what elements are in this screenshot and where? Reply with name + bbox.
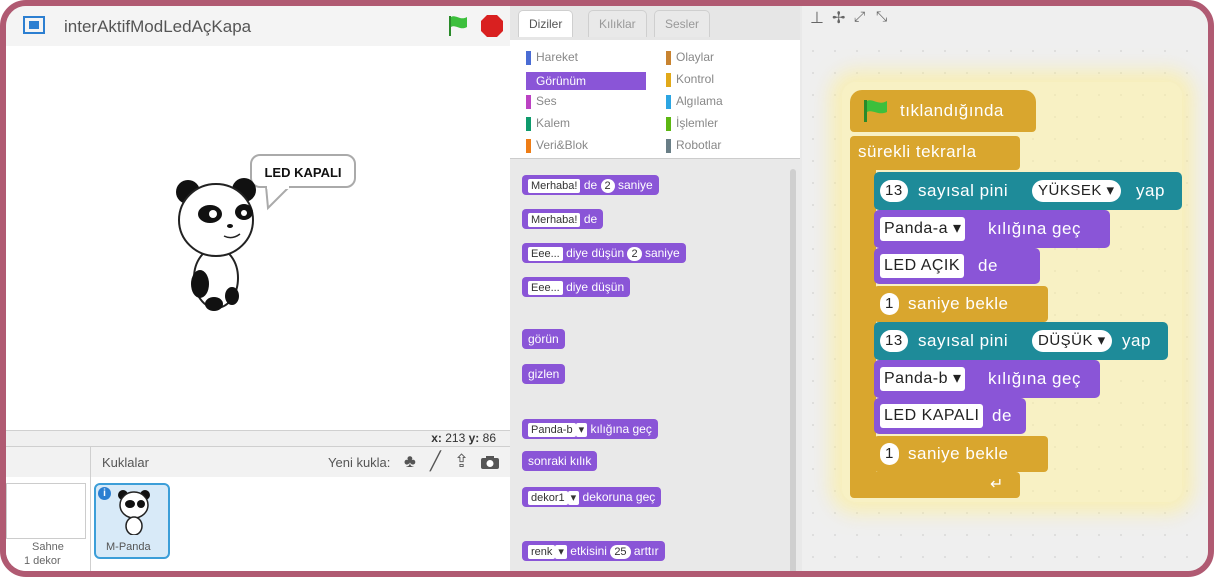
say-led-off-block[interactable]: LED KAPALI de (874, 398, 1026, 434)
when-flag-clicked-block[interactable]: tıklandığında (850, 90, 1036, 132)
forever-block[interactable]: sürekli tekrarla (850, 136, 1020, 170)
tab-sounds[interactable]: Sesler (654, 10, 711, 37)
sprites-area: Sahne 1 dekor i M-Panda (6, 477, 510, 571)
sprites-title: Kuklalar (102, 455, 149, 470)
shrink-icon[interactable]: ⤡ (876, 8, 887, 25)
sprites-header: Kuklalar Yeni kukla: ♣ ╱ ⇪ (6, 446, 510, 478)
block-think[interactable]: Eee... diye düşün (522, 277, 631, 297)
block-think-for-secs[interactable]: Eee... diye düşün 2 saniye (522, 243, 686, 263)
pin-value-dropdown[interactable]: DÜŞÜK ▾ (1032, 330, 1112, 352)
category-looks[interactable]: Görünüm (526, 72, 646, 90)
block-say[interactable]: Merhaba! de (522, 209, 604, 229)
app-window: interAktifModLedAçKapa LED KAPALI x: 213… (0, 0, 1214, 577)
new-sprite-label: Yeni kukla: (328, 455, 391, 470)
category-list: Hareket Görünüm Ses Kalem Veri&Blok Olay… (510, 40, 800, 158)
coords-bar: x: 213 y: 86 (6, 430, 510, 447)
panda-sprite[interactable] (166, 166, 266, 316)
say-input[interactable]: LED AÇIK (880, 254, 965, 278)
fullscreen-icon[interactable] (22, 15, 46, 35)
paint-sprite-icon[interactable]: ╱ (430, 451, 441, 472)
duplicate-icon[interactable]: ⊥ (810, 8, 824, 28)
block-next-costume[interactable]: sonraki kılık (522, 451, 598, 471)
tab-scripts[interactable]: Diziler (518, 10, 574, 37)
speech-bubble-tail (265, 186, 291, 211)
camera-icon[interactable] (480, 455, 500, 470)
sprite-thumb[interactable]: i M-Panda (94, 483, 170, 559)
sprite-name: M-Panda (106, 541, 151, 553)
block-palette: Merhaba! de 2 saniye Merhaba! de Eee... … (510, 158, 800, 571)
stage-thumb[interactable]: Sahne 1 dekor (6, 477, 91, 571)
stop-icon[interactable] (480, 14, 504, 38)
forever-arm (850, 166, 876, 478)
forever-end: ↵ (850, 472, 1020, 498)
upload-sprite-icon[interactable]: ⇪ (454, 451, 469, 472)
digital-write-high-block[interactable]: 13 sayısal pini YÜKSEK ▾ yap (874, 172, 1182, 210)
stage-canvas[interactable]: LED KAPALI (6, 46, 510, 430)
palette-tabs: Diziler Kılıklar Sesler (510, 6, 800, 40)
stage-backdrop-count: 1 dekor (24, 555, 61, 567)
costume-dropdown[interactable]: Panda-a ▾ (880, 217, 966, 241)
mouse-coords: x: 213 y: 86 (431, 431, 496, 445)
block-switch-backdrop[interactable]: dekor1 ▾ dekoruna geç (522, 487, 662, 507)
say-led-on-block[interactable]: LED AÇIK de (874, 248, 1040, 284)
pin-value-dropdown[interactable]: YÜKSEK ▾ (1032, 180, 1121, 202)
block-show[interactable]: görün (522, 329, 565, 349)
palette-scrollbar[interactable] (790, 169, 796, 571)
script-toolbar: ⊥ ✢ ⤢ ⤡ (802, 6, 1208, 40)
green-flag-icon[interactable] (446, 14, 470, 38)
info-icon[interactable]: i (98, 487, 111, 500)
grow-icon[interactable]: ⤢ (854, 8, 865, 25)
loop-arrow-icon: ↵ (990, 476, 1004, 493)
digital-write-low-block[interactable]: 13 sayısal pini DÜŞÜK ▾ yap (874, 322, 1168, 360)
sprite-thumb-image (118, 490, 150, 535)
block-change-effect[interactable]: renk ▾ etkisini 25 arttır (522, 541, 665, 561)
switch-costume-a-block[interactable]: Panda-a ▾ kılığına geç (874, 210, 1110, 248)
green-flag-icon (864, 100, 887, 122)
block-switch-costume[interactable]: Panda-b ▾ kılığına geç (522, 419, 658, 439)
project-title[interactable]: interAktifModLedAçKapa (64, 17, 251, 37)
block-say-for-secs[interactable]: Merhaba! de 2 saniye (522, 175, 659, 195)
block-hide[interactable]: gizlen (522, 364, 566, 384)
wait-2-block[interactable]: 1 saniye bekle (874, 436, 1048, 472)
switch-costume-b-block[interactable]: Panda-b ▾ kılığına geç (874, 360, 1100, 398)
stage-label: Sahne (32, 541, 64, 553)
costume-dropdown[interactable]: Panda-b ▾ (880, 367, 966, 391)
sprite-library-icon[interactable]: ♣ (404, 451, 416, 472)
wait-1-block[interactable]: 1 saniye bekle (874, 286, 1048, 322)
say-input[interactable]: LED KAPALI (880, 404, 984, 428)
tab-costumes[interactable]: Kılıklar (588, 10, 647, 37)
delete-icon[interactable]: ✢ (832, 8, 845, 28)
stage-header: interAktifModLedAçKapa (6, 6, 510, 47)
